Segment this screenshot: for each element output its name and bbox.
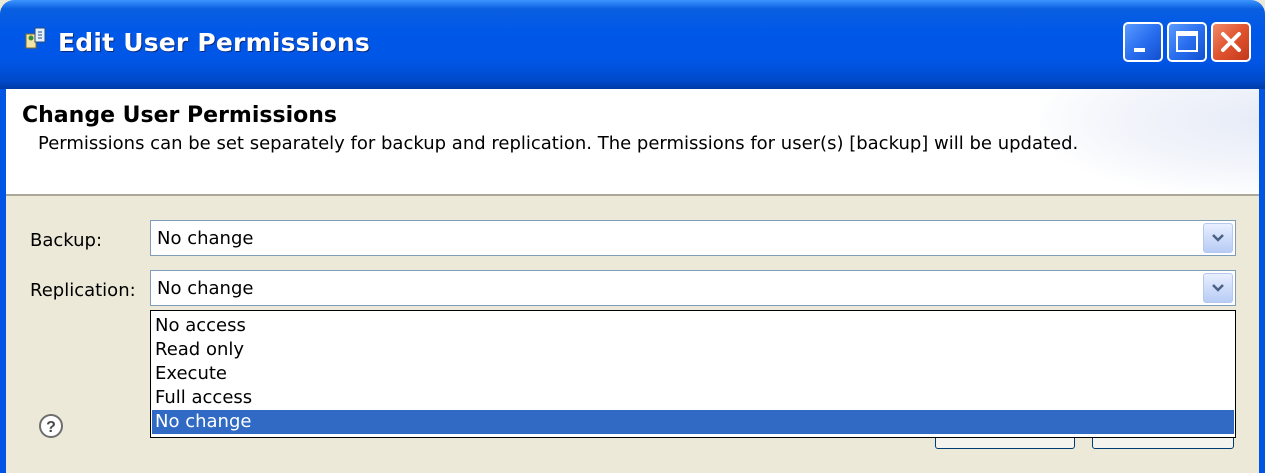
window-title: Edit User Permissions (58, 28, 370, 57)
backup-select-value: No change (157, 228, 254, 249)
window-border-right (1259, 89, 1265, 473)
page-description: Permissions can be set separately for ba… (38, 133, 1079, 154)
replication-select-value: No change (157, 278, 254, 299)
replication-dropdown-button[interactable] (1203, 273, 1233, 303)
help-icon[interactable]: ? (38, 413, 64, 439)
dialog-header: Change User Permissions Permissions can … (6, 89, 1259, 194)
minimize-button[interactable] (1123, 22, 1163, 62)
replication-select[interactable]: No change (150, 270, 1236, 306)
title-bar[interactable]: Edit User Permissions (0, 0, 1265, 89)
close-button[interactable] (1211, 22, 1251, 62)
chevron-down-icon (1212, 284, 1224, 292)
close-icon (1221, 32, 1241, 52)
replication-label: Replication: (30, 280, 136, 301)
backup-select[interactable]: No change (150, 220, 1236, 256)
chevron-down-icon (1212, 234, 1224, 242)
option-execute[interactable]: Execute (152, 362, 1234, 386)
backup-label: Backup: (30, 230, 103, 251)
maximize-button[interactable] (1167, 22, 1207, 62)
maximize-icon (1176, 31, 1198, 52)
minimize-icon (1134, 48, 1145, 52)
option-read-only[interactable]: Read only (152, 338, 1234, 362)
option-full-access[interactable]: Full access (152, 386, 1234, 410)
replication-options-list[interactable]: No access Read only Execute Full access … (150, 310, 1236, 438)
header-divider (6, 194, 1259, 196)
option-no-access[interactable]: No access (152, 314, 1234, 338)
app-icon (22, 24, 54, 56)
page-title: Change User Permissions (22, 103, 337, 128)
svg-text:?: ? (46, 419, 56, 436)
backup-dropdown-button[interactable] (1203, 223, 1233, 253)
option-no-change[interactable]: No change (152, 410, 1234, 434)
